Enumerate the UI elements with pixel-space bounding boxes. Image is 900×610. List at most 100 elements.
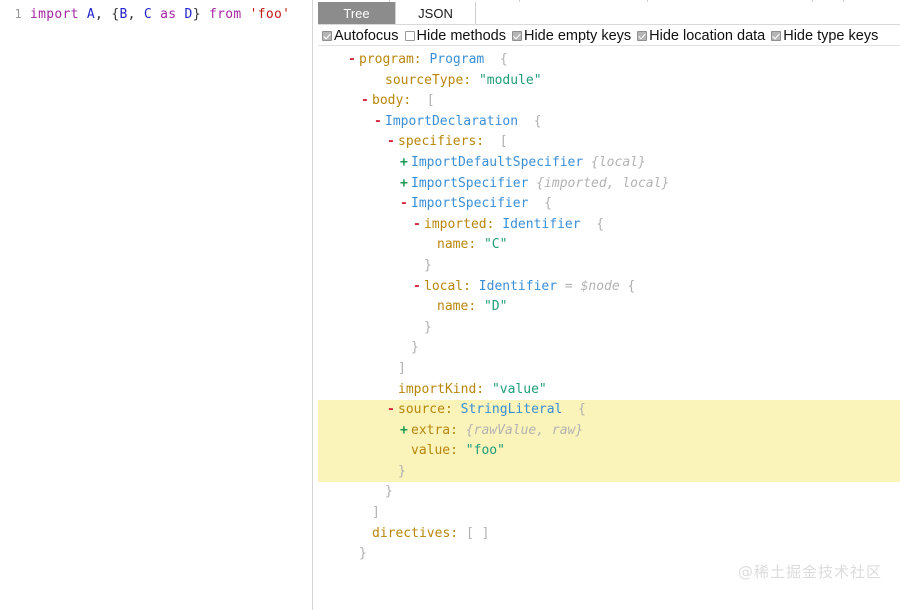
tree-token-plain: [581, 217, 597, 232]
tree-token-key: importKind: [398, 381, 477, 397]
checkbox-icon[interactable]: [404, 30, 415, 41]
code-editor-pane[interactable]: 1 import A, {B, C as D} from 'foo': [0, 0, 312, 610]
toggle-spacer-icon: [400, 441, 411, 462]
checkbox-icon[interactable]: [322, 30, 332, 41]
collapse-toggle-icon[interactable]: -: [413, 215, 424, 236]
code-editor-lines[interactable]: 1 import A, {B, C as D} from 'foo': [0, 0, 312, 24]
toggle-spacer-icon: [348, 544, 359, 565]
tree-row[interactable]: + ImportDefaultSpecifier {local}: [318, 153, 900, 174]
options-toolbar: Autofocus Hide methods Hide empty keys Hide…: [318, 26, 900, 46]
tree-row[interactable]: sourceType: "module": [318, 71, 900, 92]
tree-row[interactable]: - imported: Identifier {: [318, 215, 900, 236]
tree-row[interactable]: - ImportSpecifier {: [318, 194, 900, 215]
tree-row[interactable]: - ImportDeclaration {: [318, 112, 900, 133]
collapse-toggle-icon[interactable]: -: [387, 132, 398, 153]
tree-row[interactable]: - body: [: [318, 91, 900, 112]
tree-row[interactable]: - program: Program {: [318, 50, 900, 71]
tree-token-plain: [484, 382, 492, 397]
tree-row[interactable]: importKind: "value": [318, 380, 900, 401]
option-hide-type-keys[interactable]: Hide type keys: [771, 28, 878, 44]
tree-token-brace: }: [385, 484, 393, 500]
toggle-spacer-icon: [400, 338, 411, 359]
tree-token-colon: :: [476, 134, 485, 150]
expand-toggle-icon[interactable]: +: [400, 174, 411, 195]
tree-token-brace: ]: [398, 360, 406, 376]
tree-row-selected[interactable]: value: "foo": [318, 441, 900, 462]
tree-token-colon: :: [463, 72, 472, 88]
expand-toggle-icon[interactable]: +: [400, 153, 411, 174]
tree-row[interactable]: name: "C": [318, 235, 900, 256]
expand-toggle-icon[interactable]: +: [400, 421, 411, 442]
option-hide-empty-keys[interactable]: Hide empty keys: [511, 28, 631, 44]
tree-row-selected[interactable]: + extra: {rawValue, raw}: [318, 420, 900, 442]
tree-row[interactable]: - local: Identifier = $node {: [318, 277, 900, 298]
tree-token-brace: }: [411, 340, 419, 356]
tree-row[interactable]: name: "D": [318, 297, 900, 318]
tree-row[interactable]: + ImportSpecifier {imported, local}: [318, 174, 900, 195]
tree-row[interactable]: }: [318, 256, 900, 277]
tree-row[interactable]: ]: [318, 359, 900, 380]
tree-token-brace: {: [596, 216, 605, 232]
tree-token-brace: }: [359, 546, 367, 562]
tree-token-type: Program: [429, 52, 485, 67]
collapse-toggle-icon[interactable]: -: [387, 400, 398, 421]
tab-tree[interactable]: Tree: [318, 2, 396, 24]
checkbox-icon[interactable]: [637, 30, 648, 41]
tree-row[interactable]: }: [318, 482, 900, 503]
collapse-toggle-icon[interactable]: -: [374, 112, 385, 133]
tree-token-hint: $node: [580, 278, 620, 294]
collapse-toggle-icon[interactable]: -: [413, 277, 424, 298]
tree-token-plain: [528, 196, 544, 211]
tree-token-key: name: [437, 299, 469, 315]
collapse-toggle-icon[interactable]: -: [400, 194, 411, 215]
tree-token-brace: [ ]: [465, 525, 490, 541]
tree-row[interactable]: }: [318, 338, 900, 359]
tree-row[interactable]: }: [318, 318, 900, 339]
tree-token-colon: :: [444, 402, 453, 418]
collapse-toggle-icon[interactable]: -: [348, 50, 359, 71]
ast-tree[interactable]: - program: Program { sourceType: "module"…: [318, 50, 900, 610]
code-line-content: import A, {B, C as D} from 'foo': [30, 6, 290, 24]
tree-token-colon: :: [450, 443, 458, 459]
tree-token-eq: =: [564, 278, 573, 294]
option-label: Hide location data: [649, 27, 766, 44]
code-token: 'foo': [249, 7, 291, 22]
option-label: Autofocus: [334, 27, 399, 44]
tree-token-plain: [471, 279, 479, 294]
option-hide-methods[interactable]: Hide methods: [404, 27, 506, 44]
tree-row-selected[interactable]: - source: StringLiteral {: [318, 400, 900, 421]
code-line[interactable]: 1 import A, {B, C as D} from 'foo': [0, 0, 312, 24]
toggle-spacer-icon: [387, 380, 398, 401]
option-autofocus[interactable]: Autofocus: [322, 28, 399, 44]
tree-token-plain: [458, 423, 466, 438]
tree-token-brace: {: [544, 196, 552, 212]
tree-token-hint: {imported, local}: [536, 175, 670, 191]
option-label: Hide methods: [416, 27, 506, 44]
toggle-spacer-icon: [387, 359, 398, 380]
tree-row[interactable]: ]: [318, 503, 900, 524]
code-token: B: [119, 7, 128, 22]
tree-token-brace: {: [578, 402, 586, 418]
tree-token-colon: :: [463, 278, 471, 294]
code-token: from: [208, 7, 242, 22]
code-token: D: [184, 7, 193, 22]
tree-token-plain: [471, 73, 479, 88]
toggle-spacer-icon: [387, 462, 398, 483]
tree-token-colon: :: [468, 299, 477, 315]
collapse-toggle-icon[interactable]: -: [361, 91, 372, 112]
tree-token-key: extra: [411, 422, 451, 438]
tree-token-str: "value": [491, 381, 547, 397]
tree-row[interactable]: directives: [ ]: [318, 524, 900, 545]
tree-row-selected[interactable]: }: [318, 461, 900, 483]
tree-token-brace: }: [424, 319, 432, 335]
tab-bar: Tree JSON: [318, 2, 900, 25]
tab-tree-label: Tree: [343, 5, 370, 21]
option-hide-location-data[interactable]: Hide location data: [637, 28, 765, 44]
line-number: 1: [14, 7, 22, 21]
checkbox-icon[interactable]: [771, 30, 782, 41]
checkbox-icon[interactable]: [511, 30, 522, 41]
tree-token-colon: :: [476, 381, 485, 397]
tab-json[interactable]: JSON: [396, 2, 476, 24]
tree-row[interactable]: - specifiers: [: [318, 132, 900, 153]
